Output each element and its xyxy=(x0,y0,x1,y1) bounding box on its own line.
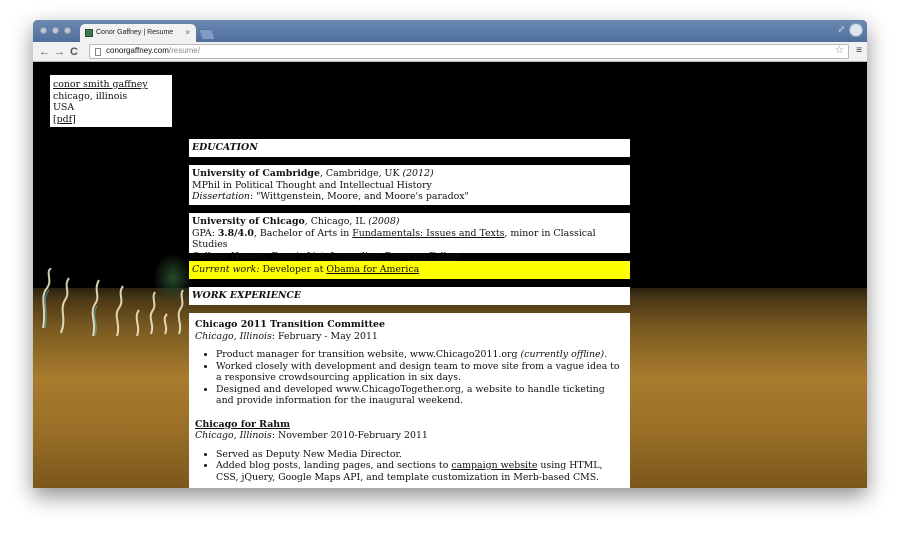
campaign-website-link[interactable]: campaign website xyxy=(451,460,537,471)
dissertation-title: : "Wittgenstein, Moore, and Moore's para… xyxy=(249,191,469,202)
list-item: Worked closely with development and desi… xyxy=(216,361,624,384)
country: USA xyxy=(53,102,75,113)
job-meta: Chicago, Illinois: February - May 2011 xyxy=(195,331,624,343)
menu-icon[interactable]: ≡ xyxy=(856,45,862,56)
zoom-window-icon[interactable] xyxy=(64,27,71,34)
job-bullets: Product manager for transition website, … xyxy=(216,349,624,407)
school-location: , Cambridge, UK xyxy=(319,168,403,179)
education-chicago: University of Chicago, Chicago, IL (2008… xyxy=(189,213,630,262)
tab-close-icon[interactable]: × xyxy=(185,28,190,37)
reload-button[interactable]: C xyxy=(70,45,78,59)
degree-pre: , Bachelor of Arts in xyxy=(253,227,353,239)
tab-title: Conor Gaffney | Resume xyxy=(96,29,174,36)
honors: College Honors, Dean's List, xyxy=(192,250,331,262)
job-bullets: Served as Deputy New Media Director. Add… xyxy=(216,449,624,484)
tab-resume[interactable]: Conor Gaffney | Resume × xyxy=(80,24,196,42)
job-location: Chicago, Illinois xyxy=(195,330,272,342)
job-meta: Chicago, Illinois: November 2010-Februar… xyxy=(195,430,624,442)
fullscreen-icon[interactable]: ⤢ xyxy=(837,25,845,35)
url-text[interactable]: conorgaffney.com/resume/ xyxy=(106,46,200,55)
school-year: (2008) xyxy=(368,216,400,227)
education-cambridge: University of Cambridge, Cambridge, UK (… xyxy=(189,165,630,205)
forward-button[interactable]: → xyxy=(54,45,65,59)
favicon-icon xyxy=(85,29,93,37)
bullet-punct: . xyxy=(604,349,608,360)
school-name: University of Cambridge xyxy=(192,168,320,179)
city: chicago, illinois xyxy=(53,90,128,102)
job-location: Chicago, Illinois xyxy=(195,430,272,441)
back-button[interactable]: ← xyxy=(39,45,50,59)
obama-for-america-link[interactable]: Obama for America xyxy=(326,264,419,275)
bullet-note: (currently offline) xyxy=(520,349,605,360)
job-title-link[interactable]: Chicago for Rahm xyxy=(195,419,624,431)
close-window-icon[interactable] xyxy=(40,27,47,34)
name-link[interactable]: conor smith gaffney xyxy=(53,79,148,90)
browser-window: Conor Gaffney | Resume × ⤢ ← → C conorga… xyxy=(33,20,867,488)
school-name: University of Chicago xyxy=(192,216,305,227)
bookmark-star-icon[interactable]: ☆ xyxy=(835,45,844,56)
list-item: Designed and developed www.ChicagoTogeth… xyxy=(216,384,624,407)
job-dates: : November 2010-February 2011 xyxy=(271,430,428,441)
list-item: Added blog posts, landing pages, and sec… xyxy=(216,460,624,483)
url-domain: conorgaffney.com xyxy=(106,46,169,55)
bullet-text: Added blog posts, landing pages, and sec… xyxy=(216,460,452,471)
journalism-fellow-link[interactable]: Journalism Program Fellow xyxy=(330,251,460,262)
current-work-label: Current work: xyxy=(192,264,260,275)
job-title: Chicago 2011 Transition Committee xyxy=(195,319,385,330)
list-item: Product manager for transition website, … xyxy=(216,349,624,361)
dissertation-label: Dissertation xyxy=(192,191,250,202)
list-item: Served as Deputy New Media Director. xyxy=(216,449,624,461)
fundamentals-link[interactable]: Fundamentals: Issues and Texts xyxy=(352,228,504,239)
address-bar[interactable]: conorgaffney.com/resume/ ☆ xyxy=(89,44,849,59)
school-location: , Chicago, IL xyxy=(304,216,369,227)
school-year: (2012) xyxy=(402,168,434,179)
page-icon xyxy=(95,48,101,56)
url-path: /resume/ xyxy=(168,46,200,55)
pdf-link[interactable]: [pdf] xyxy=(53,114,76,125)
gpa-label: GPA: xyxy=(192,227,218,239)
tab-strip: Conor Gaffney | Resume × ⤢ xyxy=(33,20,867,42)
contact-card: conor smith gaffney chicago, illinois US… xyxy=(50,75,172,127)
work-experience-card: Chicago 2011 Transition Committee Chicag… xyxy=(189,313,630,488)
incognito-icon xyxy=(849,23,863,37)
browser-toolbar: ← → C conorgaffney.com/resume/ ☆ ≡ xyxy=(33,42,867,62)
job-dates: : February - May 2011 xyxy=(271,330,378,342)
minimize-window-icon[interactable] xyxy=(52,27,59,34)
current-work-banner: Current work: Developer at Obama for Ame… xyxy=(189,261,630,279)
bullet-text: Product manager for transition website, … xyxy=(216,349,521,360)
page-viewport: conor smith gaffney chicago, illinois US… xyxy=(33,63,867,488)
current-work-text: Developer at xyxy=(259,264,327,275)
work-experience-heading: WORK EXPERIENCE xyxy=(189,287,630,305)
degree: MPhil in Political Thought and Intellect… xyxy=(192,179,432,191)
background-light-trails xyxy=(42,268,184,337)
new-tab-button[interactable] xyxy=(198,29,216,40)
gpa-value: 3.8/4.0 xyxy=(217,227,254,239)
education-heading: EDUCATION xyxy=(189,139,630,157)
